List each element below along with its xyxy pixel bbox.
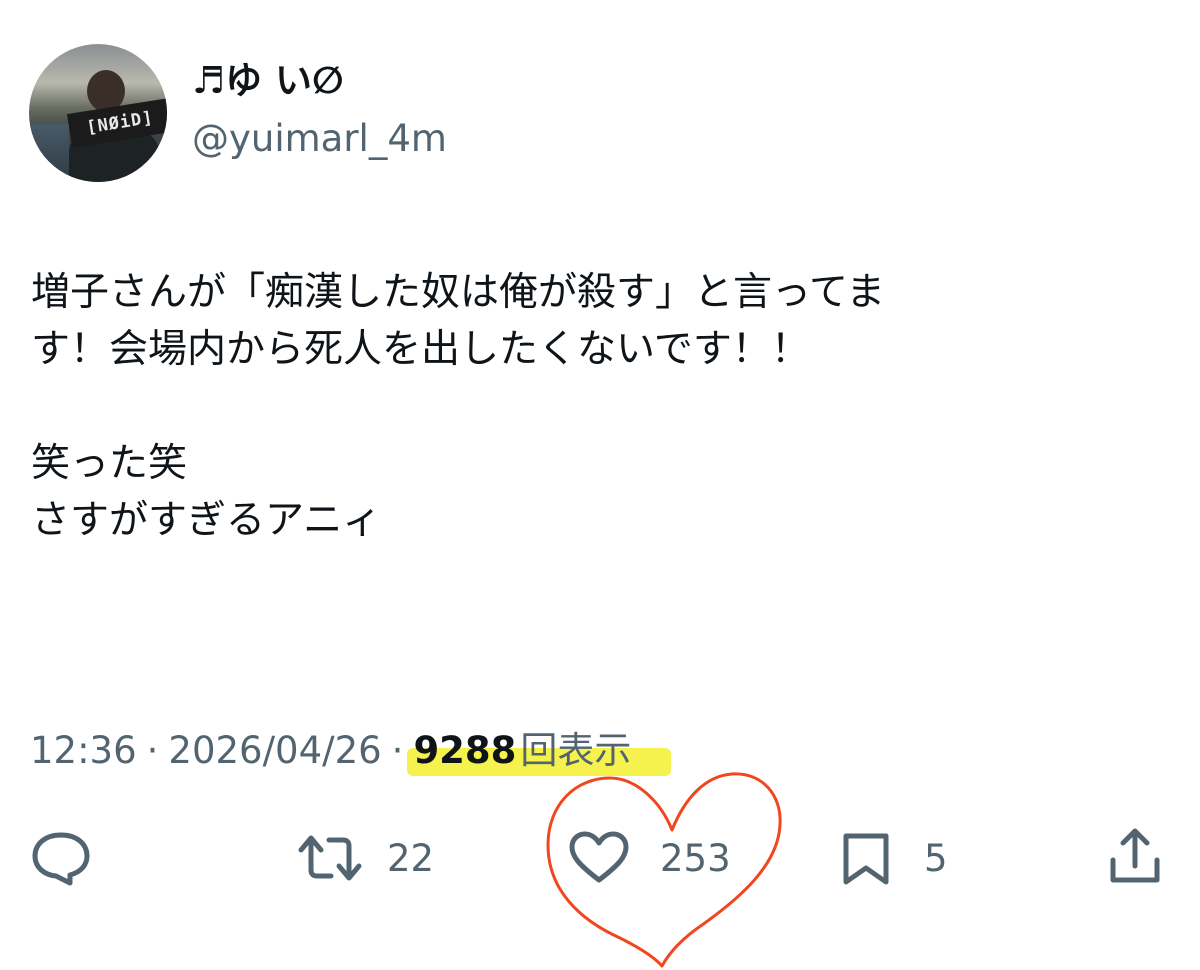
tweet-line: す！会場内から死人を出したくないです！！: [31, 327, 810, 372]
retweet-count: 22: [387, 836, 435, 880]
reply-icon: [32, 832, 90, 886]
meta-separator: ·: [391, 729, 404, 772]
heart-icon: [569, 831, 629, 883]
tweet-line: さすがすぎるアニィ: [31, 498, 382, 543]
avatar[interactable]: [NØiD]: [29, 44, 167, 182]
author-handle[interactable]: @yuimarl_4m: [192, 116, 447, 162]
views-count: 9288: [413, 729, 517, 772]
tweet-meta: 12:36 · 2026/04/26 · 9288 回表示: [30, 726, 672, 776]
tweet-line: 笑った笑: [31, 441, 188, 486]
views-label: 回表示: [520, 729, 632, 772]
bookmark-button[interactable]: 5: [838, 830, 948, 886]
tweet-time[interactable]: 12:36: [30, 726, 137, 776]
tweet-date[interactable]: 2026/04/26: [168, 726, 381, 776]
tweet-text: 増子さんが「痴漢した奴は俺が殺す」と言ってま す！会場内から死人を出したくないで…: [31, 264, 1181, 549]
like-count: 253: [660, 836, 731, 880]
reply-button[interactable]: [30, 830, 92, 886]
like-button[interactable]: 253: [568, 830, 731, 886]
retweet-button[interactable]: 22: [295, 830, 434, 886]
bookmark-count: 5: [924, 836, 948, 880]
meta-separator: ·: [146, 729, 159, 772]
tweet-line: 増子さんが「痴漢した奴は俺が殺す」と言ってま: [31, 270, 886, 315]
share-icon: [1110, 828, 1160, 883]
avatar-stands: [29, 124, 69, 182]
author-display-name[interactable]: ♬ゆ い∅: [192, 58, 344, 104]
bookmark-icon: [843, 833, 889, 885]
share-button[interactable]: [1105, 826, 1165, 886]
views-stat[interactable]: 9288 回表示: [407, 726, 672, 776]
retweet-icon: [298, 835, 362, 881]
